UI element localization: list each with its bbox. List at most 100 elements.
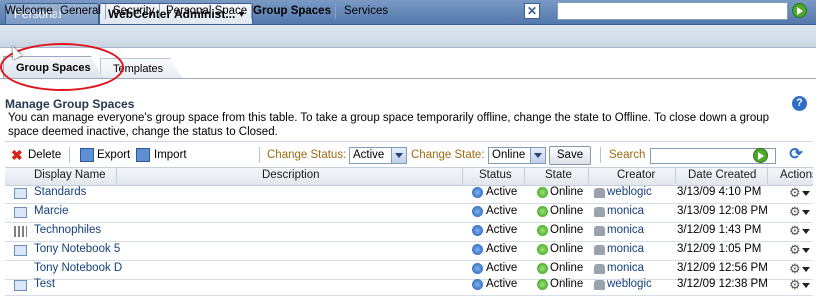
chevron-down-icon[interactable] [391,148,406,163]
nav-item-general[interactable]: General [56,4,106,19]
refresh-icon[interactable]: ⟳ [787,146,805,164]
online-state-icon [537,225,548,236]
nav-item-services[interactable]: Services [340,4,392,19]
column-header-display-name[interactable]: Display Name [34,169,106,181]
active-status-icon [472,279,483,290]
creator-link[interactable]: weblogic [607,278,652,290]
state-select-value: Online [492,149,526,161]
group-space-name-link[interactable]: Technophiles [34,224,101,236]
online-state-icon [537,206,548,217]
column-separator [588,168,589,184]
status-text: Active [486,243,518,255]
online-state-icon [537,187,548,198]
date-created: 3/13/09 4:10 PM [677,186,762,198]
search-label: Search [609,149,646,161]
admin-nav-bar [0,25,816,48]
online-state-icon [537,244,548,255]
date-created: 3/12/09 12:56 PM [677,262,768,274]
chevron-down-icon[interactable] [802,248,810,253]
close-icon[interactable]: ✕ [524,3,540,19]
chevron-down-icon[interactable] [802,229,810,234]
user-icon [594,245,605,255]
divider [5,141,813,142]
status-select[interactable]: Active [349,147,407,164]
group-space-name-link[interactable]: Marcie [34,205,69,217]
import-button[interactable]: Import [154,149,187,161]
export-icon[interactable] [80,148,94,162]
nav-item-welcome[interactable]: Welcome [1,4,58,19]
column-header-status[interactable]: Status [479,169,512,181]
help-icon[interactable]: ? [792,96,807,111]
group-space-icon [14,280,27,291]
gear-icon[interactable]: ⚙ [789,242,801,258]
change-status-label: Change Status: [267,149,347,161]
column-separator [524,168,525,184]
state-text: Online [550,278,584,290]
column-header-date-created[interactable]: Date Created [688,169,756,181]
chevron-down-icon[interactable] [530,148,545,163]
table-row[interactable]: Technophiles Active Online monica 3/12/0… [5,222,813,242]
table-row[interactable]: Marcie Active Online monica 3/13/09 12:0… [5,203,813,223]
table-row[interactable]: Test Active Online weblogic 3/12/09 12:3… [5,276,813,296]
date-created: 3/12/09 12:38 PM [677,278,768,290]
column-header-description[interactable]: Description [262,169,320,181]
creator-link[interactable]: weblogic [607,186,652,198]
save-button[interactable]: Save [549,146,591,165]
table-row[interactable]: Standards Active Online weblogic 3/13/09… [5,184,813,204]
state-text: Online [550,243,584,255]
column-separator [462,168,463,184]
column-separator [767,168,768,184]
active-status-icon [472,244,483,255]
state-text: Online [550,186,584,198]
user-icon [594,188,605,198]
import-icon[interactable] [136,148,150,162]
gear-icon[interactable]: ⚙ [789,223,801,239]
gear-icon[interactable]: ⚙ [789,185,801,201]
active-status-icon [472,187,483,198]
status-text: Active [486,224,518,236]
column-separator [675,168,676,184]
creator-link[interactable]: monica [607,224,644,236]
creator-link[interactable]: monica [607,262,644,274]
global-search-input[interactable] [557,2,788,20]
creator-link[interactable]: monica [607,205,644,217]
user-icon [594,226,605,236]
column-separator [116,168,117,184]
group-space-name-link[interactable]: Tony Notebook 5 [34,243,120,255]
date-created: 3/12/09 1:43 PM [677,224,762,236]
delete-icon[interactable]: ✖ [11,148,25,162]
online-state-icon [537,263,548,274]
gear-icon[interactable]: ⚙ [789,204,801,220]
chevron-down-icon[interactable] [802,283,810,288]
delete-button[interactable]: Delete [28,149,61,161]
export-button[interactable]: Export [97,149,130,161]
search-go-button[interactable] [753,148,768,163]
chevron-down-icon[interactable] [802,210,810,215]
gear-icon[interactable]: ⚙ [789,261,801,277]
chevron-down-icon[interactable] [802,191,810,196]
arrow-right-icon [797,7,803,15]
page-description: You can manage everyone's group space fr… [8,112,770,138]
gear-icon[interactable]: ⚙ [789,277,801,293]
active-status-icon [472,206,483,217]
nav-item-security[interactable]: Security [109,4,160,19]
column-header-creator[interactable]: Creator [617,169,655,181]
active-status-icon [472,263,483,274]
column-header-actions[interactable]: Actions [780,169,813,181]
status-text: Active [486,205,518,217]
creator-link[interactable]: monica [607,243,644,255]
group-space-name-link[interactable]: Tony Notebook D [34,262,122,274]
global-search-go-button[interactable] [792,3,807,18]
nav-item-group-spaces[interactable]: Group Spaces [249,4,336,19]
date-created: 3/13/09 12:08 PM [677,205,768,217]
column-header-state[interactable]: State [545,169,572,181]
group-space-name-link[interactable]: Test [34,278,55,290]
chevron-down-icon[interactable] [802,267,810,272]
state-select[interactable]: Online [488,147,546,164]
status-select-value: Active [353,149,385,161]
table-row[interactable]: Tony Notebook 5 Active Online monica 3/1… [5,241,813,261]
group-space-icon [14,226,27,237]
nav-item-personal-space[interactable]: Personal Space [162,4,253,19]
group-space-name-link[interactable]: Standards [34,186,86,198]
toolbar-separator [259,147,260,163]
